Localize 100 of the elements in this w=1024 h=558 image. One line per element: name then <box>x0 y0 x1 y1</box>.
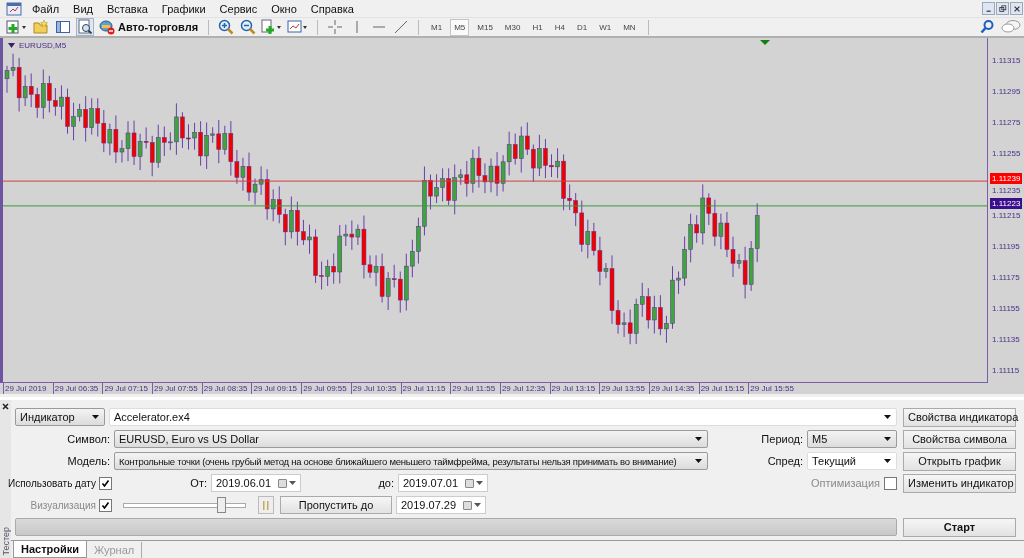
mode-dropdown[interactable]: Индикатор <box>15 408 105 426</box>
time-tick-label: 29 Jul 14:35 <box>648 383 699 394</box>
program-dropdown[interactable]: Accelerator.ex4 <box>109 408 897 426</box>
model-label: Модель: <box>66 455 110 467</box>
action-button[interactable]: Изменить индикатор <box>903 473 1016 493</box>
time-tick-label: 29 Jul 2019 <box>3 383 53 394</box>
optimization-label: Оптимизация <box>811 477 880 489</box>
time-tick-label: 29 Jul 10:35 <box>350 383 401 394</box>
use-date-label: Использовать дату <box>8 477 96 489</box>
calendar-icon[interactable] <box>463 500 472 510</box>
time-tick-label: 29 Jul 07:55 <box>152 383 202 394</box>
pause-icon <box>263 500 269 510</box>
folder-star-icon[interactable] <box>33 19 49 35</box>
time-tick-label: 29 Jul 12:35 <box>499 383 550 394</box>
close-icon[interactable] <box>2 403 9 410</box>
time-tick-label: 29 Jul 09:15 <box>251 383 302 394</box>
timeframe-button[interactable]: MN <box>619 18 640 36</box>
new-chart-icon[interactable] <box>6 19 28 35</box>
spread-label: Спред: <box>766 455 803 467</box>
close-icon <box>1012 4 1021 13</box>
caret-icon[interactable] <box>474 503 481 507</box>
price-tick-label: 1.11195 <box>992 241 1020 253</box>
timeframe-button[interactable]: H4 <box>550 18 569 36</box>
period-dropdown[interactable]: M5 <box>807 430 897 448</box>
timeframe-button[interactable]: M5 <box>450 18 470 36</box>
marker-triangle-icon <box>760 40 770 45</box>
time-tick-label: 29 Jul 06:35 <box>52 383 103 394</box>
speed-slider[interactable] <box>123 497 246 513</box>
caret-icon <box>92 415 99 419</box>
price-tick-label: 1.11315 <box>992 55 1021 68</box>
triangle-icon[interactable] <box>8 43 15 48</box>
timeframe-button[interactable]: W1 <box>595 18 616 36</box>
time-tick-label: 29 Jul 08:35 <box>201 383 252 394</box>
robot-stop-icon <box>99 19 115 35</box>
add-indicator-icon[interactable] <box>261 19 284 35</box>
zoom-out-icon[interactable] <box>240 19 257 35</box>
caret-icon[interactable] <box>476 481 483 485</box>
price-tick-label: 1.11275 <box>992 117 1021 130</box>
price-tick-label: 1.11175 <box>992 271 1020 284</box>
autotrading-button[interactable]: Авто-торговля <box>96 19 203 35</box>
skip-date-field[interactable]: 2019.07.29 <box>396 496 486 514</box>
time-tick-label: 29 Jul 13:15 <box>549 383 600 394</box>
caret-icon[interactable] <box>289 481 296 485</box>
timeframe-button[interactable]: M1 <box>427 18 447 36</box>
menu-item[interactable]: Графики <box>154 2 213 15</box>
action-button[interactable]: Старт <box>903 517 1016 537</box>
time-tick-label: 29 Jul 07:15 <box>102 383 153 394</box>
app-icon[interactable] <box>6 0 22 17</box>
menu-item[interactable]: Сервис <box>212 2 265 15</box>
timeframe-button[interactable]: M30 <box>500 18 525 36</box>
action-button[interactable]: Свойства символа <box>903 429 1016 449</box>
calendar-icon[interactable] <box>278 478 287 488</box>
from-label: От: <box>189 477 207 489</box>
model-dropdown[interactable]: Контрольные точки (очень грубый метод на основе ближайшего меньшего таймфрейма, результаты нельзя принимать во внимание) <box>114 452 708 470</box>
slider-thumb[interactable] <box>217 497 227 513</box>
panel-title: Тестер <box>0 527 11 556</box>
visualization-checkbox[interactable] <box>99 498 112 512</box>
price-tag: 1.11239 <box>990 173 1023 185</box>
symbol-dropdown[interactable]: EURUSD, Euro vs US Dollar <box>114 430 708 448</box>
template-icon[interactable] <box>287 19 310 35</box>
close-button[interactable] <box>1010 2 1023 15</box>
caret-icon <box>884 415 891 419</box>
timeframe-button[interactable]: M15 <box>473 18 497 36</box>
magnifier-page-icon[interactable] <box>77 19 93 35</box>
to-date-field[interactable]: 2019.07.01 <box>398 474 488 492</box>
to-label: до: <box>377 477 394 489</box>
menu-item[interactable]: Вид <box>66 2 100 15</box>
menu-item[interactable]: Окно <box>264 2 304 15</box>
time-tick-label: 29 Jul 15:15 <box>698 383 749 394</box>
price-tick-label: 1.11135 <box>992 333 1020 346</box>
price-tick-label: 1.11255 <box>992 148 1021 161</box>
action-button[interactable]: Открыть график <box>903 451 1016 471</box>
menu-item[interactable]: Вставка <box>99 2 155 15</box>
zoom-in-icon[interactable] <box>218 19 235 35</box>
price-tick-label: 1.11115 <box>992 364 1020 377</box>
use-date-checkbox[interactable] <box>99 476 112 490</box>
timeframe-button[interactable]: D1 <box>572 18 592 36</box>
spread-dropdown[interactable]: Текущий <box>807 452 897 470</box>
from-date-field[interactable]: 2019.06.01 <box>211 474 301 492</box>
price-tick-label: 1.11215 <box>992 210 1021 223</box>
trendline-icon[interactable] <box>393 19 410 35</box>
search-icon[interactable] <box>979 19 995 35</box>
menu-item[interactable]: Файл <box>25 2 67 15</box>
caret-icon <box>884 437 891 441</box>
symbol-label: Символ: <box>66 433 110 445</box>
skip-to-button[interactable]: Пропустить до <box>280 496 392 514</box>
price-tick-label: 1.11295 <box>992 86 1021 99</box>
tab[interactable]: Настройки <box>13 541 88 558</box>
restore-button[interactable] <box>996 2 1009 15</box>
time-tick-label: 29 Jul 09:55 <box>301 383 351 394</box>
price-tag: 1.11223 <box>990 197 1023 209</box>
period-label: Период: <box>760 433 803 445</box>
caret-icon <box>695 459 702 463</box>
optimization-checkbox[interactable] <box>884 476 897 490</box>
window-icon[interactable] <box>55 19 71 35</box>
calendar-icon[interactable] <box>465 478 474 488</box>
price-tick-label: 1.11235 <box>992 184 1021 197</box>
visualization-label: Визуализация <box>30 499 96 511</box>
timeframe-button[interactable]: H1 <box>528 18 547 36</box>
menu-item[interactable]: Справка <box>303 2 361 15</box>
